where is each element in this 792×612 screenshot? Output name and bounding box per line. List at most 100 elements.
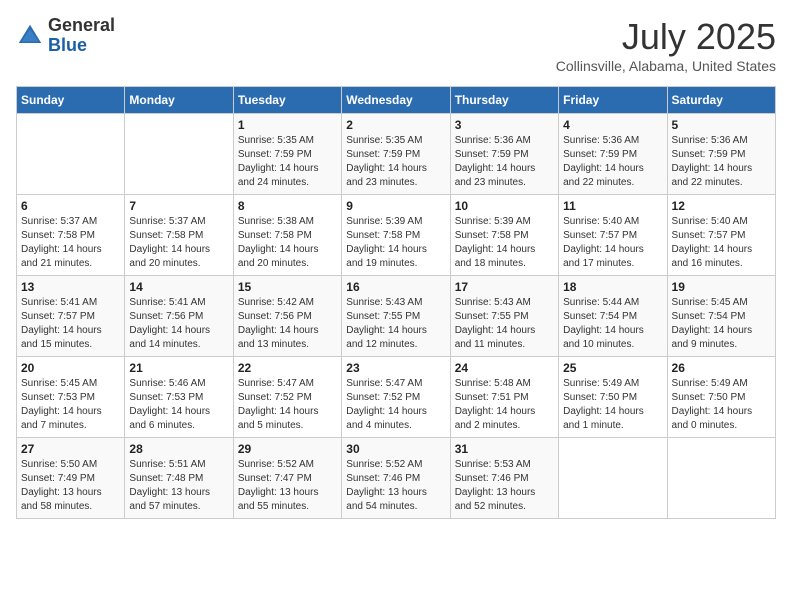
calendar-cell: 5 Sunrise: 5:36 AMSunset: 7:59 PMDaylight… — [667, 114, 775, 195]
calendar-cell: 28Sunrise: 5:51 AMSunset: 7:48 PMDayligh… — [125, 438, 233, 519]
day-info: Sunrise: 5:35 AMSunset: 7:59 PMDaylight:… — [238, 134, 337, 190]
day-number: 16 — [346, 280, 445, 294]
day-info: Sunrise: 5:39 AMSunset: 7:58 PMDaylight:… — [455, 215, 554, 271]
weekday-header-row: SundayMondayTuesdayWednesdayThursdayFrid… — [17, 87, 776, 114]
day-number: 9 — [346, 199, 445, 213]
location-subtitle: Collinsville, Alabama, United States — [556, 58, 776, 74]
logo-general-text: General — [48, 15, 115, 35]
title-block: July 2025 Collinsville, Alabama, United … — [556, 16, 776, 74]
day-info: Sunrise: 5:36 AMSunset: 7:59 PMDaylight:… — [672, 134, 771, 190]
day-info: Sunrise: 5:45 AMSunset: 7:54 PMDaylight:… — [672, 296, 771, 352]
day-number: 23 — [346, 361, 445, 375]
day-number: 1 — [238, 118, 337, 132]
day-number: 24 — [455, 361, 554, 375]
calendar-cell: 20 Sunrise: 5:45 AMSunset: 7:53 PMDayligh… — [17, 357, 125, 438]
day-number: 30 — [346, 442, 445, 456]
calendar-cell: 15 Sunrise: 5:42 AMSunset: 7:56 PMDayligh… — [233, 276, 341, 357]
calendar-cell: 9 Sunrise: 5:39 AMSunset: 7:58 PMDaylight… — [342, 195, 450, 276]
logo-blue-text: Blue — [48, 35, 87, 55]
calendar-cell: 13Sunrise: 5:41 AMSunset: 7:57 PMDayligh… — [17, 276, 125, 357]
day-number: 8 — [238, 199, 337, 213]
day-info: Sunrise: 5:36 AMSunset: 7:59 PMDaylight:… — [455, 134, 554, 190]
logo-icon — [16, 22, 44, 50]
calendar-cell — [667, 438, 775, 519]
day-info: Sunrise: 5:39 AMSunset: 7:58 PMDaylight:… — [346, 215, 445, 271]
calendar-cell: 19 Sunrise: 5:45 AMSunset: 7:54 PMDayligh… — [667, 276, 775, 357]
day-info: Sunrise: 5:38 AMSunset: 7:58 PMDaylight:… — [238, 215, 337, 271]
weekday-header-tuesday: Tuesday — [233, 87, 341, 114]
calendar-cell: 2 Sunrise: 5:35 AMSunset: 7:59 PMDaylight… — [342, 114, 450, 195]
calendar-cell — [17, 114, 125, 195]
calendar-cell: 6Sunrise: 5:37 AMSunset: 7:58 PMDaylight… — [17, 195, 125, 276]
month-year-title: July 2025 — [556, 16, 776, 58]
calendar-cell: 24Sunrise: 5:48 AMSunset: 7:51 PMDayligh… — [450, 357, 558, 438]
day-number: 25 — [563, 361, 662, 375]
day-info: Sunrise: 5:43 AMSunset: 7:55 PMDaylight:… — [346, 296, 445, 352]
calendar-cell: 29 Sunrise: 5:52 AMSunset: 7:47 PMDayligh… — [233, 438, 341, 519]
calendar-cell: 30 Sunrise: 5:52 AMSunset: 7:46 PMDayligh… — [342, 438, 450, 519]
day-info: Sunrise: 5:37 AMSunset: 7:58 PMDaylight:… — [129, 215, 228, 271]
calendar-cell: 14 Sunrise: 5:41 AMSunset: 7:56 PMDayligh… — [125, 276, 233, 357]
day-info: Sunrise: 5:45 AMSunset: 7:53 PMDaylight:… — [21, 377, 120, 433]
calendar-week-3: 13Sunrise: 5:41 AMSunset: 7:57 PMDayligh… — [17, 276, 776, 357]
day-number: 14 — [129, 280, 228, 294]
day-info: Sunrise: 5:44 AMSunset: 7:54 PMDaylight:… — [563, 296, 662, 352]
day-info: Sunrise: 5:37 AMSunset: 7:58 PMDaylight:… — [21, 215, 120, 271]
logo: General Blue — [16, 16, 115, 56]
day-info: Sunrise: 5:35 AMSunset: 7:59 PMDaylight:… — [346, 134, 445, 190]
weekday-header-saturday: Saturday — [667, 87, 775, 114]
calendar-cell: 18Sunrise: 5:44 AMSunset: 7:54 PMDayligh… — [559, 276, 667, 357]
day-info: Sunrise: 5:53 AMSunset: 7:46 PMDaylight:… — [455, 458, 554, 514]
day-number: 2 — [346, 118, 445, 132]
day-number: 22 — [238, 361, 337, 375]
day-info: Sunrise: 5:52 AMSunset: 7:47 PMDaylight:… — [238, 458, 337, 514]
calendar-week-4: 20 Sunrise: 5:45 AMSunset: 7:53 PMDayligh… — [17, 357, 776, 438]
day-number: 31 — [455, 442, 554, 456]
day-number: 5 — [672, 118, 771, 132]
day-number: 7 — [129, 199, 228, 213]
day-number: 15 — [238, 280, 337, 294]
day-number: 26 — [672, 361, 771, 375]
day-number: 12 — [672, 199, 771, 213]
day-info: Sunrise: 5:49 AMSunset: 7:50 PMDaylight:… — [672, 377, 771, 433]
day-info: Sunrise: 5:47 AMSunset: 7:52 PMDaylight:… — [238, 377, 337, 433]
weekday-header-wednesday: Wednesday — [342, 87, 450, 114]
day-info: Sunrise: 5:49 AMSunset: 7:50 PMDaylight:… — [563, 377, 662, 433]
calendar-cell: 4Sunrise: 5:36 AMSunset: 7:59 PMDaylight… — [559, 114, 667, 195]
page-header: General Blue July 2025 Collinsville, Ala… — [16, 16, 776, 74]
day-number: 28 — [129, 442, 228, 456]
calendar-cell: 1 Sunrise: 5:35 AMSunset: 7:59 PMDaylight… — [233, 114, 341, 195]
day-number: 11 — [563, 199, 662, 213]
calendar-cell: 16 Sunrise: 5:43 AMSunset: 7:55 PMDayligh… — [342, 276, 450, 357]
calendar-cell: 7 Sunrise: 5:37 AMSunset: 7:58 PMDaylight… — [125, 195, 233, 276]
day-number: 13 — [21, 280, 120, 294]
calendar-cell: 17 Sunrise: 5:43 AMSunset: 7:55 PMDayligh… — [450, 276, 558, 357]
day-number: 17 — [455, 280, 554, 294]
day-info: Sunrise: 5:43 AMSunset: 7:55 PMDaylight:… — [455, 296, 554, 352]
day-number: 19 — [672, 280, 771, 294]
day-number: 21 — [129, 361, 228, 375]
weekday-header-monday: Monday — [125, 87, 233, 114]
day-info: Sunrise: 5:36 AMSunset: 7:59 PMDaylight:… — [563, 134, 662, 190]
day-info: Sunrise: 5:41 AMSunset: 7:56 PMDaylight:… — [129, 296, 228, 352]
weekday-header-sunday: Sunday — [17, 87, 125, 114]
calendar-week-2: 6Sunrise: 5:37 AMSunset: 7:58 PMDaylight… — [17, 195, 776, 276]
day-info: Sunrise: 5:42 AMSunset: 7:56 PMDaylight:… — [238, 296, 337, 352]
calendar-cell — [559, 438, 667, 519]
calendar-cell: 3Sunrise: 5:36 AMSunset: 7:59 PMDaylight… — [450, 114, 558, 195]
calendar-cell: 23 Sunrise: 5:47 AMSunset: 7:52 PMDayligh… — [342, 357, 450, 438]
day-number: 20 — [21, 361, 120, 375]
calendar-week-1: 1 Sunrise: 5:35 AMSunset: 7:59 PMDaylight… — [17, 114, 776, 195]
day-number: 29 — [238, 442, 337, 456]
calendar-cell: 27Sunrise: 5:50 AMSunset: 7:49 PMDayligh… — [17, 438, 125, 519]
calendar-cell: 22 Sunrise: 5:47 AMSunset: 7:52 PMDayligh… — [233, 357, 341, 438]
calendar-cell — [125, 114, 233, 195]
day-info: Sunrise: 5:40 AMSunset: 7:57 PMDaylight:… — [563, 215, 662, 271]
calendar-cell: 26 Sunrise: 5:49 AMSunset: 7:50 PMDayligh… — [667, 357, 775, 438]
day-info: Sunrise: 5:52 AMSunset: 7:46 PMDaylight:… — [346, 458, 445, 514]
weekday-header-thursday: Thursday — [450, 87, 558, 114]
day-number: 10 — [455, 199, 554, 213]
day-info: Sunrise: 5:47 AMSunset: 7:52 PMDaylight:… — [346, 377, 445, 433]
day-number: 27 — [21, 442, 120, 456]
calendar-cell: 12Sunrise: 5:40 AMSunset: 7:57 PMDayligh… — [667, 195, 775, 276]
